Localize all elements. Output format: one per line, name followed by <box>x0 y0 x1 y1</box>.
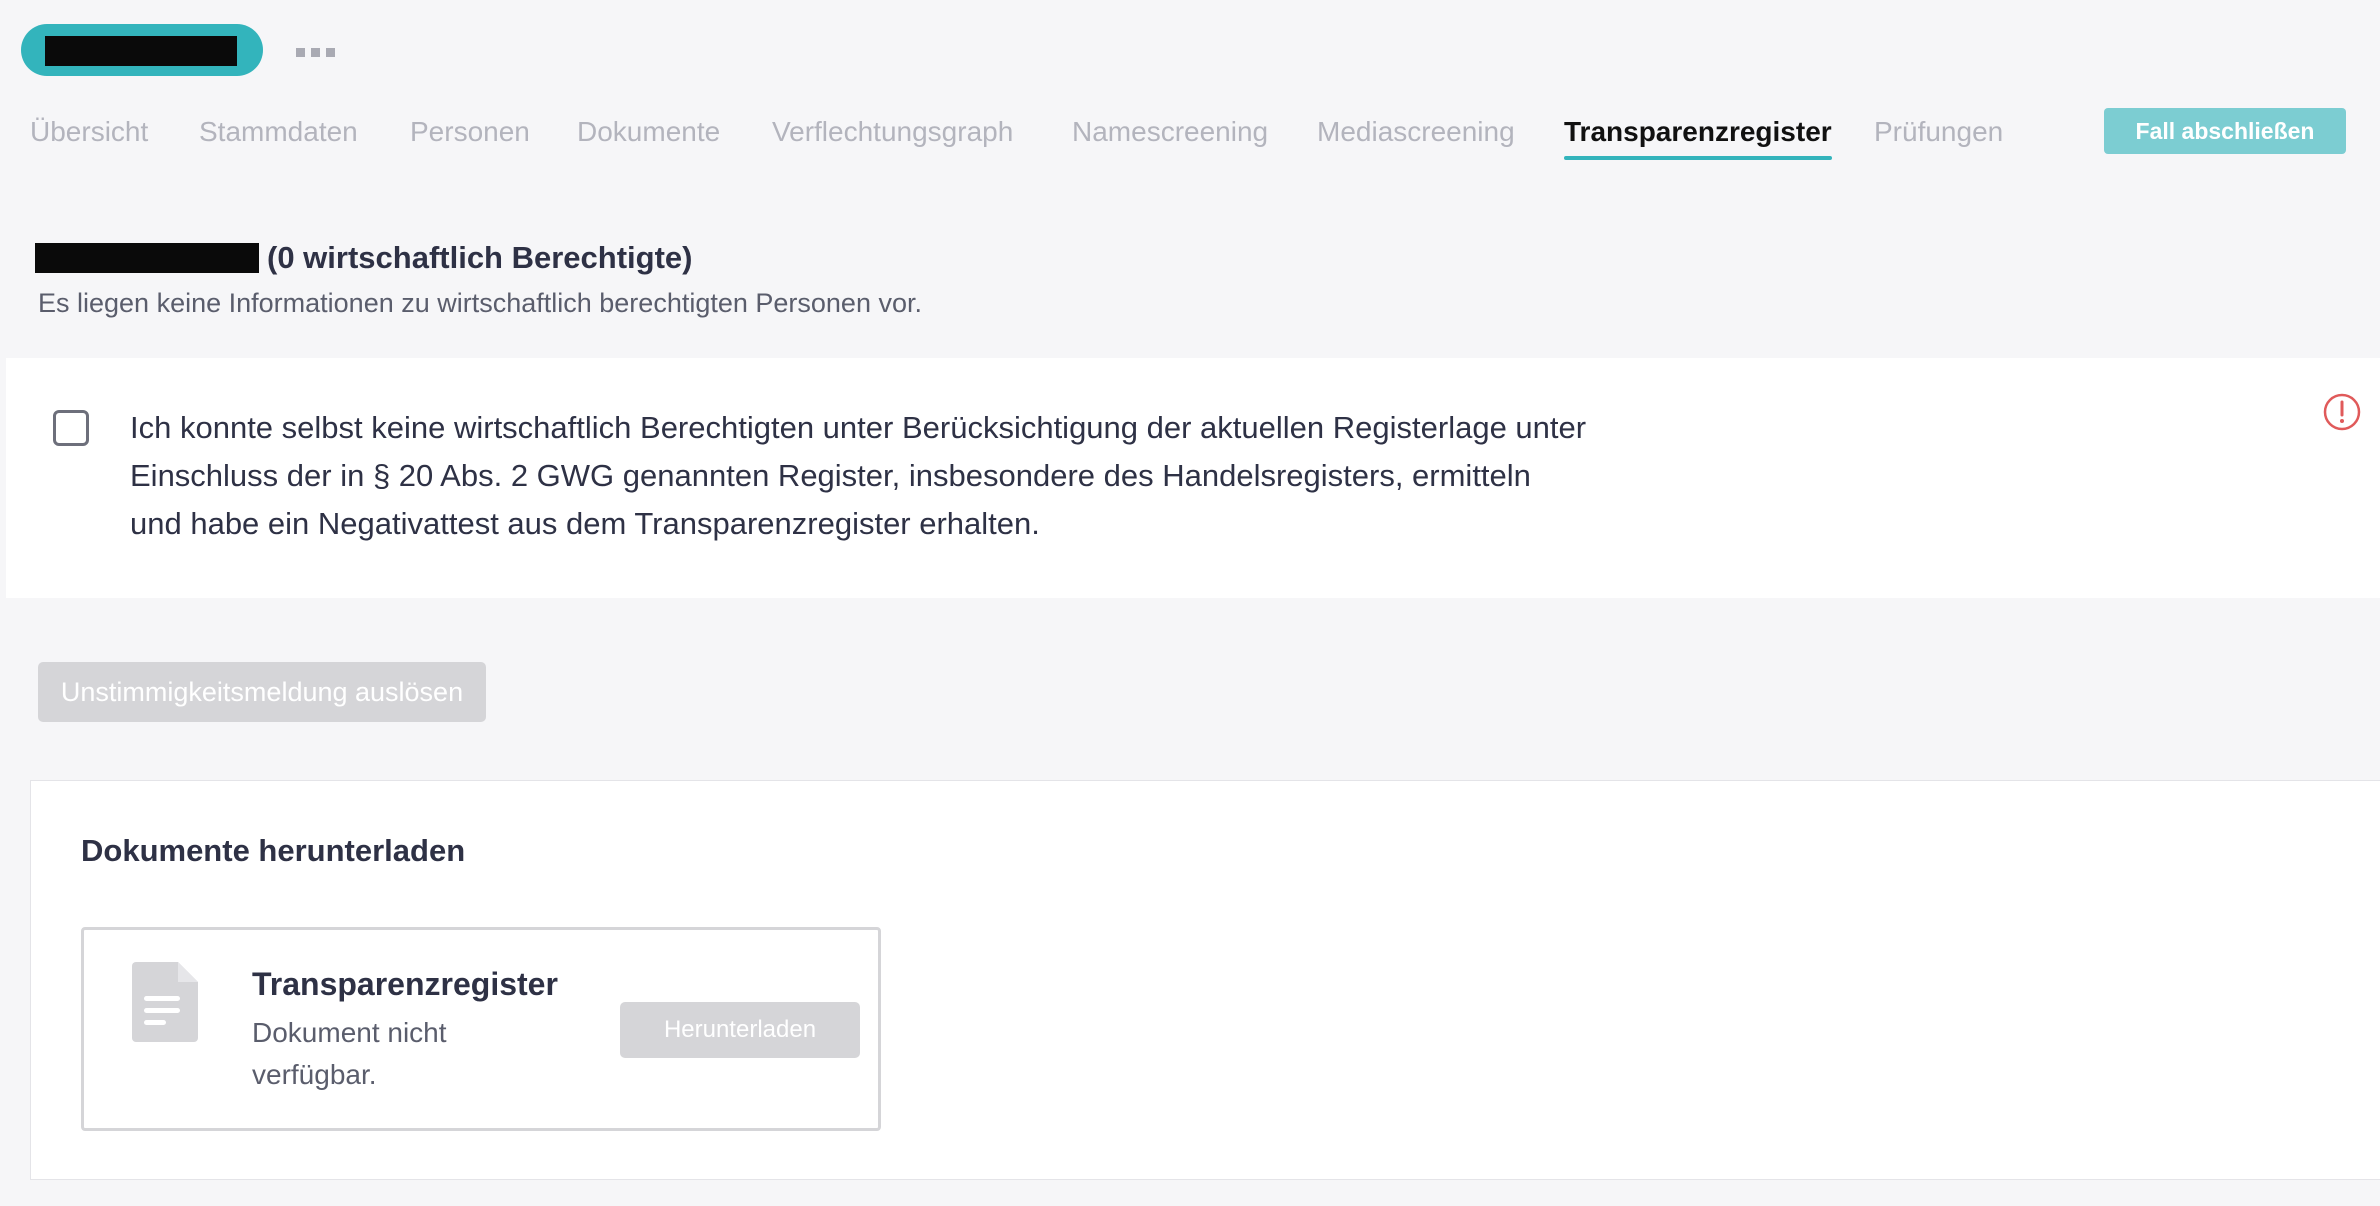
tab-personen[interactable]: Personen <box>410 112 530 152</box>
tab-transparenzregister[interactable]: Transparenzregister <box>1564 112 1832 160</box>
alert-icon <box>2323 393 2361 431</box>
document-name: Transparenzregister <box>252 966 558 1002</box>
tab-uebersicht[interactable]: Übersicht <box>30 112 148 152</box>
tab-pruefungen[interactable]: Prüfungen <box>1874 112 2003 152</box>
tab-dokumente[interactable]: Dokumente <box>577 112 720 152</box>
case-name-pill[interactable] <box>21 24 263 76</box>
document-card: Transparenzregister Dokument nicht verfü… <box>81 927 881 1131</box>
beneficial-owners-info: Es liegen keine Informationen zu wirtsch… <box>38 288 922 318</box>
confirmation-panel: Ich konnte selbst keine wirtschaftlich B… <box>6 358 2380 598</box>
tab-stammdaten[interactable]: Stammdaten <box>199 112 358 152</box>
confirmation-text: Ich konnte selbst keine wirtschaftlich B… <box>130 410 1587 541</box>
documents-title: Dokumente herunterladen <box>81 833 466 868</box>
beneficial-owners-count: (0 wirtschaftlich Berechtigte) <box>267 240 693 275</box>
tab-mediascreening[interactable]: Mediascreening <box>1317 112 1515 152</box>
document-status: Dokument nicht verfügbar. <box>252 1017 447 1090</box>
negative-attest-checkbox[interactable] <box>53 410 89 446</box>
more-options-icon[interactable] <box>296 48 338 58</box>
tab-namescreening[interactable]: Namescreening <box>1072 112 1268 152</box>
tab-verflechtungsgraph[interactable]: Verflechtungsgraph <box>772 112 1013 152</box>
close-case-button[interactable]: Fall abschließen <box>2104 108 2346 154</box>
documents-panel: Dokumente herunterladen Transparenzregis… <box>30 780 2380 1180</box>
company-name-redacted <box>35 243 259 273</box>
beneficial-owners-heading: (0 wirtschaftlich Berechtigte) <box>35 240 692 280</box>
discrepancy-report-button[interactable]: Unstimmigkeitsmeldung auslösen <box>38 662 486 722</box>
download-button[interactable]: Herunterladen <box>620 1002 860 1058</box>
page: Übersicht Stammdaten Personen Dokumente … <box>0 0 2380 1206</box>
document-icon <box>132 962 198 1042</box>
case-name-redacted <box>45 36 237 66</box>
